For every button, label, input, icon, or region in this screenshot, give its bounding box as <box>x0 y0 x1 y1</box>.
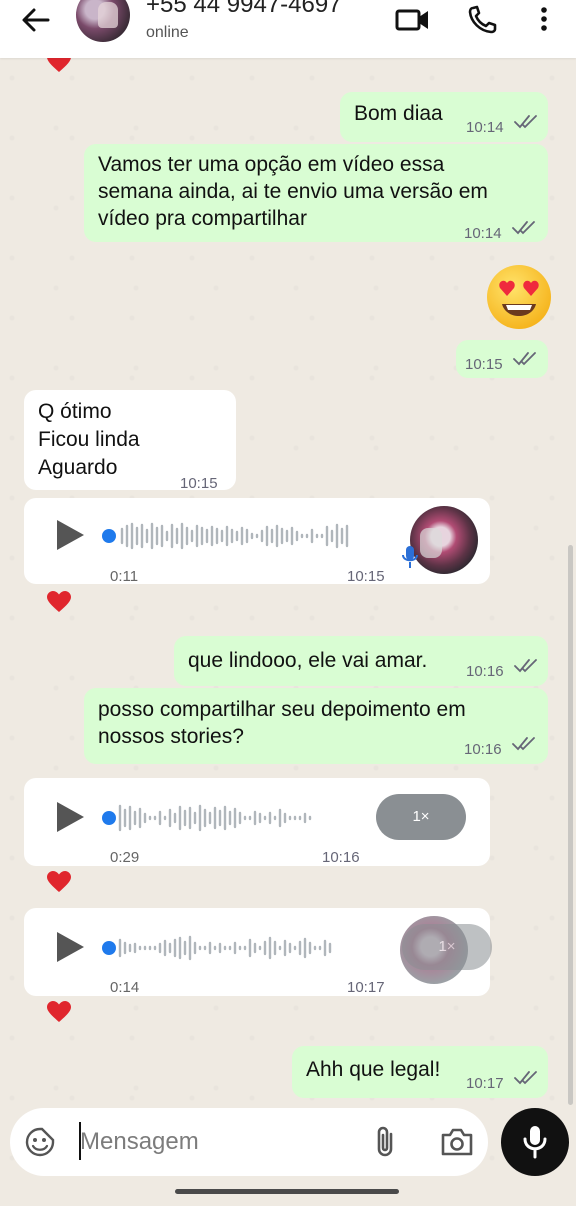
camera-icon[interactable] <box>440 1126 474 1158</box>
mic-icon <box>523 1126 547 1159</box>
phone-call-icon[interactable] <box>466 4 502 34</box>
message-time: 10:15 <box>465 356 503 373</box>
message-time: 10:17 <box>347 979 385 996</box>
message-input[interactable] <box>80 1120 360 1164</box>
read-ticks-icon <box>514 115 537 129</box>
contact-status: online <box>146 24 189 41</box>
read-ticks-icon <box>512 737 535 751</box>
message-line: posso compartilhar seu depoimento em <box>98 698 466 721</box>
message-time: 10:15 <box>180 475 218 492</box>
message-time: 10:16 <box>464 741 502 758</box>
outgoing-message[interactable]: Vamos ter uma opção em vídeo essa semana… <box>84 144 548 242</box>
voice-waveform[interactable] <box>100 928 390 968</box>
reaction-heart-icon[interactable] <box>46 1000 72 1024</box>
outgoing-message[interactable]: Ahh que legal! 10:17 <box>292 1046 548 1098</box>
scrollbar[interactable] <box>568 545 573 1105</box>
message-line: Ficou linda <box>38 428 140 451</box>
incoming-message[interactable]: Q ótimo Ficou linda Aguardo 10:15 <box>24 390 236 492</box>
voice-duration: 0:14 <box>110 979 140 996</box>
message-line: nossos stories? <box>98 725 244 748</box>
heart-eyes-emoji-icon[interactable] <box>484 262 554 332</box>
message-time: 10:16 <box>466 663 504 680</box>
incoming-voice-message[interactable]: 0:11 10:15 <box>24 498 490 585</box>
mic-badge-icon <box>402 546 418 568</box>
outgoing-message[interactable]: que lindooo, ele vai amar. 10:16 <box>174 636 548 686</box>
home-indicator[interactable] <box>175 1189 399 1194</box>
message-text: Ahh que legal! <box>306 1058 441 1081</box>
play-icon[interactable] <box>54 518 86 552</box>
voice-record-button[interactable] <box>501 1108 569 1176</box>
play-icon[interactable] <box>54 930 86 964</box>
emoji-sticker-icon[interactable] <box>24 1126 56 1158</box>
back-arrow-icon[interactable] <box>18 4 54 36</box>
message-line: Vamos ter uma opção em vídeo essa <box>98 153 445 176</box>
contact-name[interactable]: +55 44 9947-4697 <box>146 0 342 19</box>
outgoing-message[interactable]: Bom diaa 10:14 <box>340 92 548 142</box>
voice-duration: 0:11 <box>110 568 139 585</box>
contact-avatar[interactable] <box>76 0 130 42</box>
voice-duration: 0:29 <box>110 849 140 866</box>
message-time: 10:14 <box>464 225 502 242</box>
message-line: Q ótimo <box>38 400 112 423</box>
voice-waveform[interactable] <box>100 516 390 556</box>
play-icon[interactable] <box>54 800 86 834</box>
reaction-heart-icon[interactable] <box>46 870 72 894</box>
message-time: 10:14 <box>466 119 504 136</box>
message-text: Bom diaa <box>354 102 443 125</box>
incoming-voice-message[interactable]: 0:29 10:16 1× <box>24 778 490 866</box>
playback-speed-button[interactable]: 1× <box>376 794 466 840</box>
message-line: semana ainda, ai te envio uma versão em <box>98 180 488 203</box>
more-vertical-icon[interactable] <box>526 4 562 34</box>
outgoing-message-time-pill: 10:15 <box>456 340 548 378</box>
message-time: 10:16 <box>322 849 360 866</box>
outgoing-message[interactable]: posso compartilhar seu depoimento em nos… <box>84 688 548 764</box>
message-line: vídeo pra compartilhar <box>98 207 307 230</box>
message-time: 10:15 <box>347 568 385 585</box>
playback-speed-button[interactable]: 1× <box>402 924 492 970</box>
voice-waveform[interactable] <box>100 798 370 838</box>
sender-avatar[interactable] <box>410 506 478 574</box>
read-ticks-icon <box>514 659 537 673</box>
reaction-heart-icon[interactable] <box>46 590 72 614</box>
read-ticks-icon <box>514 1071 537 1085</box>
message-composer <box>10 1108 488 1176</box>
incoming-voice-message[interactable]: 0:14 10:17 1× <box>24 908 492 996</box>
attach-icon[interactable] <box>372 1124 398 1160</box>
read-ticks-icon <box>512 221 535 235</box>
chat-header: +55 44 9947-4697 online <box>0 0 576 58</box>
read-ticks-icon <box>513 352 536 366</box>
message-line: Aguardo <box>38 456 118 479</box>
video-call-icon[interactable] <box>395 4 431 34</box>
message-time: 10:17 <box>466 1075 504 1092</box>
message-text: que lindooo, ele vai amar. <box>188 649 428 672</box>
